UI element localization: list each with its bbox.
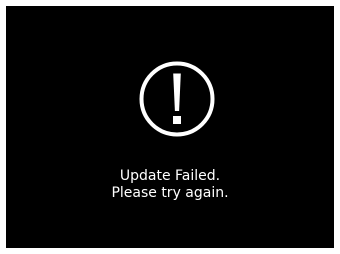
error-instruction: Please try again. (111, 185, 229, 201)
error-title: Update Failed. (119, 168, 221, 184)
exclamation-circle-icon (139, 61, 215, 137)
update-failed-screen: Update Failed. Please try again. (6, 6, 334, 248)
error-message: Update Failed. Please try again. (6, 168, 334, 202)
